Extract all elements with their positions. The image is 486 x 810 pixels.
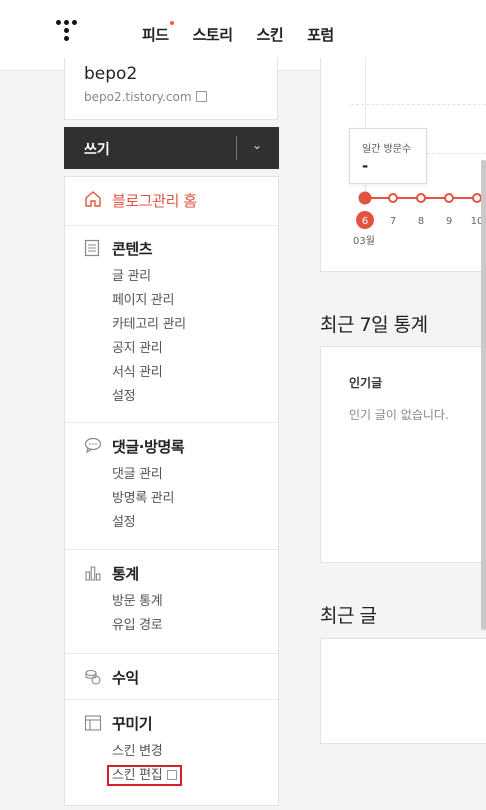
x-tick-label: 7 bbox=[390, 216, 396, 227]
sidebar-item-guestbook[interactable]: 방명록 관리 bbox=[112, 491, 174, 515]
blog-profile: bepo2 bepo2.tistory.com bbox=[64, 58, 278, 120]
blog-url-link[interactable]: bepo2.tistory.com bbox=[84, 90, 207, 104]
sidebar-item-notices[interactable]: 공지 관리 bbox=[112, 341, 186, 365]
speech-bubble-icon bbox=[84, 437, 102, 453]
x-tick-label: 9 bbox=[446, 216, 452, 227]
sidebar-item-templates[interactable]: 서식 관리 bbox=[112, 365, 186, 389]
nav-forum[interactable]: 포럼 bbox=[307, 24, 334, 45]
section-title: 통계 bbox=[112, 565, 139, 583]
external-link-icon bbox=[195, 91, 207, 102]
new-dot-badge bbox=[169, 21, 174, 25]
blog-name[interactable]: bepo2 bbox=[84, 64, 137, 84]
section-stats: 통계 방문 통계 유입 경로 bbox=[65, 550, 278, 654]
scrollbar[interactable] bbox=[481, 160, 486, 630]
coins-icon bbox=[85, 669, 101, 685]
x-tick-label: 6 bbox=[362, 216, 368, 227]
top-nav: 피드 스토리 스킨 포럼 bbox=[142, 21, 358, 45]
section-design: 꾸미기 스킨 변경 스킨 편집 bbox=[65, 700, 278, 810]
data-point[interactable] bbox=[358, 191, 372, 205]
data-point[interactable] bbox=[388, 193, 398, 203]
tooltip-value: - bbox=[362, 157, 369, 175]
recent7-title: 최근 7일 통계 bbox=[320, 314, 428, 336]
bar-chart-icon bbox=[85, 566, 101, 581]
sidebar-item-skin-edit[interactable]: 스킨 편집 bbox=[106, 765, 183, 792]
visitor-chart-card: 6 7 8 9 10 일간 방문수 - 03월 bbox=[320, 58, 486, 272]
recent-posts-title: 최근 글 bbox=[320, 605, 377, 627]
home-icon bbox=[85, 191, 101, 207]
document-icon bbox=[84, 239, 100, 257]
nav-story[interactable]: 스토리 bbox=[193, 24, 233, 45]
sidebar-item-skin-change[interactable]: 스킨 변경 bbox=[112, 744, 179, 768]
sidebar-item-categories[interactable]: 카테고리 관리 bbox=[112, 317, 186, 341]
section-title: 꾸미기 bbox=[112, 715, 153, 733]
popular-empty-text: 인기 글이 없습니다. bbox=[349, 408, 449, 422]
tooltip-title: 일간 방문수 bbox=[362, 144, 412, 155]
write-bar: 쓰기 ⌄ bbox=[64, 127, 279, 169]
write-button[interactable]: 쓰기 bbox=[84, 139, 110, 159]
section-comments: 댓글·방명록 댓글 관리 방명록 관리 설정 bbox=[65, 423, 278, 550]
data-point[interactable] bbox=[472, 193, 482, 203]
external-link-icon bbox=[167, 770, 178, 780]
sidebar-item-pages[interactable]: 페이지 관리 bbox=[112, 293, 186, 317]
nav-skin[interactable]: 스킨 bbox=[257, 24, 284, 45]
data-point[interactable] bbox=[416, 193, 426, 203]
sidebar-item-content-settings[interactable]: 설정 bbox=[112, 389, 186, 413]
layout-icon bbox=[84, 715, 102, 731]
divider bbox=[236, 136, 237, 160]
highlight-box: 스킨 편집 bbox=[106, 765, 183, 786]
recent-posts-card bbox=[320, 638, 486, 744]
sidebar-item-referrers[interactable]: 유입 경로 bbox=[112, 618, 163, 642]
tistory-logo[interactable] bbox=[56, 20, 82, 50]
section-title: 수익 bbox=[112, 669, 139, 687]
sidebar-item-visit-stats[interactable]: 방문 통계 bbox=[112, 594, 163, 618]
section-title: 콘텐츠 bbox=[112, 240, 153, 258]
section-title: 댓글·방명록 bbox=[112, 438, 185, 456]
sidebar-item-home[interactable]: 블로그관리 홈 bbox=[65, 177, 278, 226]
nav-feed[interactable]: 피드 bbox=[142, 21, 174, 45]
sidebar-item-comment-settings[interactable]: 설정 bbox=[112, 515, 174, 539]
section-content: 콘텐츠 글 관리 페이지 관리 카테고리 관리 공지 관리 서식 관리 설정 bbox=[65, 225, 278, 423]
sidebar-item-posts[interactable]: 글 관리 bbox=[112, 269, 186, 293]
sidebar-item-comments[interactable]: 댓글 관리 bbox=[112, 467, 174, 491]
chevron-down-icon[interactable]: ⌄ bbox=[252, 138, 262, 152]
month-label: 03월 bbox=[353, 236, 375, 247]
sidebar-item-label: 블로그관리 홈 bbox=[112, 192, 197, 210]
popular-posts-card: 인기글 인기 글이 없습니다. bbox=[320, 346, 486, 563]
data-point[interactable] bbox=[444, 193, 454, 203]
section-revenue[interactable]: 수익 bbox=[65, 654, 278, 700]
x-tick-label: 8 bbox=[418, 216, 424, 227]
popular-title: 인기글 bbox=[349, 376, 383, 390]
sidebar-menu: 블로그관리 홈 콘텐츠 글 관리 페이지 관리 카테고리 관리 공지 관리 서식… bbox=[64, 176, 279, 806]
chart-tooltip: 일간 방문수 - bbox=[349, 128, 427, 184]
